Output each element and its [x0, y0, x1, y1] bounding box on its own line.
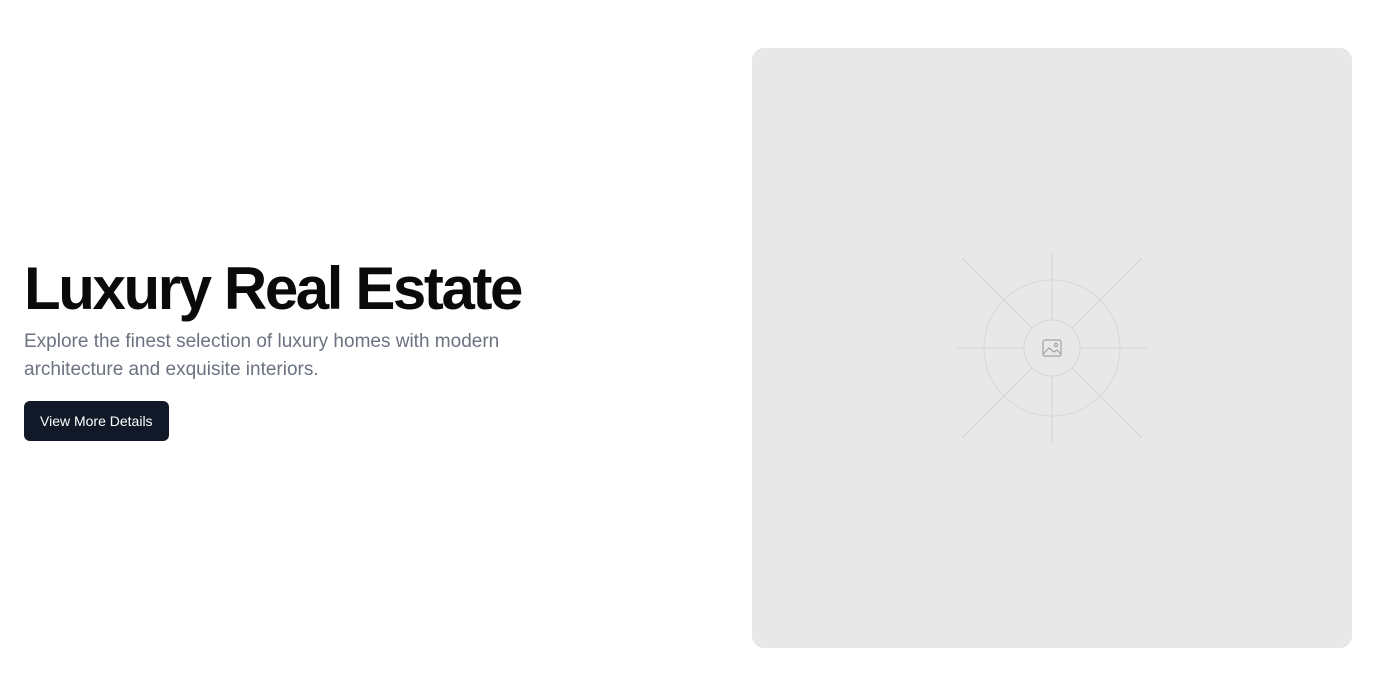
hero-section: Luxury Real Estate Explore the finest se… — [0, 0, 1376, 696]
hero-subtitle: Explore the finest selection of luxury h… — [24, 331, 500, 380]
hero-title: Luxury Real Estate — [24, 255, 523, 322]
hero-image-placeholder — [752, 48, 1352, 648]
placeholder-graphic — [958, 254, 1146, 442]
hero-content: Luxury Real Estate Explore the finest se… — [24, 256, 664, 441]
view-more-details-button[interactable]: View More Details — [24, 401, 169, 441]
